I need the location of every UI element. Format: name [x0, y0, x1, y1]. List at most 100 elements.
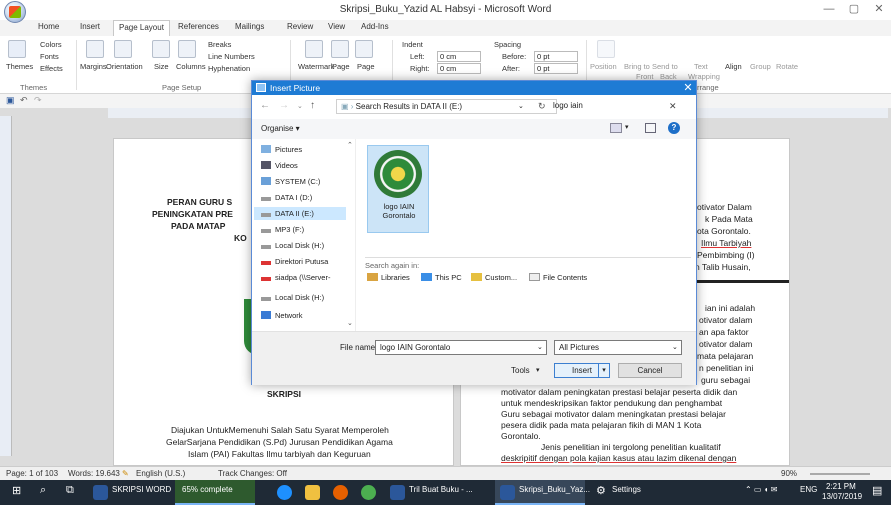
columns-icon[interactable]	[178, 40, 196, 58]
vertical-ruler[interactable]	[0, 116, 12, 456]
close-button[interactable]: ✕	[872, 2, 886, 16]
group-button[interactable]: Group	[750, 62, 771, 71]
position-button[interactable]: Position	[590, 62, 617, 71]
watermark-button[interactable]: Watermark	[298, 62, 334, 71]
restore-button[interactable]: ▢	[847, 2, 861, 16]
task-view-icon[interactable]: ⧉	[66, 484, 74, 497]
tree-scrollbar[interactable]: ⌃ ⌄	[345, 139, 356, 331]
effects-button[interactable]: Effects	[40, 64, 63, 73]
watermark-icon[interactable]	[305, 40, 323, 58]
tools-dropdown-icon[interactable]: ▾	[536, 366, 540, 374]
cancel-button[interactable]: Cancel	[618, 363, 682, 378]
recent-dropdown-icon[interactable]: ⌄	[297, 102, 303, 110]
firefox-icon[interactable]	[333, 485, 348, 500]
size-icon[interactable]	[152, 40, 170, 58]
tree-item-mp3[interactable]: MP3 (F:)	[261, 225, 304, 234]
insert-dropdown-icon[interactable]: ▾	[598, 364, 609, 377]
forward-icon[interactable]: →	[279, 100, 289, 111]
tab-mailings[interactable]: Mailings	[235, 22, 264, 31]
store-icon[interactable]	[305, 485, 320, 500]
search-again-this-pc[interactable]: This PC	[421, 273, 462, 282]
taskbar-item-skripsi-word[interactable]: SKRIPSI WORD	[112, 485, 171, 494]
fonts-button[interactable]: Fonts	[40, 52, 59, 61]
orientation-icon[interactable]	[114, 40, 132, 58]
help-icon[interactable]: ?	[668, 122, 680, 134]
search-again-custom[interactable]: Custom...	[471, 273, 517, 282]
file-type-select[interactable]: All Pictures	[554, 340, 682, 355]
address-dropdown-icon[interactable]: ⌄	[518, 102, 524, 110]
zoom-slider[interactable]	[810, 473, 870, 475]
track-changes[interactable]: Track Changes: Off	[218, 469, 287, 478]
preview-pane-icon[interactable]	[645, 123, 656, 133]
taskbar-item-tril[interactable]: Tril Buat Buku - ...	[409, 485, 473, 494]
search-input[interactable]: logo iain	[549, 99, 660, 114]
organise-button[interactable]: Organise ▾	[261, 124, 300, 133]
proofing-icon[interactable]: ✎	[122, 469, 129, 478]
search-icon[interactable]: ⌕	[40, 484, 46, 497]
back-icon[interactable]: ←	[260, 100, 270, 111]
spacing-after-field[interactable]: 0 pt	[534, 63, 578, 74]
input-language[interactable]: ENG	[800, 485, 817, 494]
redo-icon[interactable]: ↷	[34, 95, 42, 106]
colors-button[interactable]: Colors	[40, 40, 62, 49]
view-options-icon[interactable]	[610, 123, 622, 133]
page-borders-button[interactable]: Page	[357, 62, 375, 71]
chrome-icon[interactable]	[361, 485, 376, 500]
taskbar-item-settings[interactable]: Settings	[612, 485, 641, 494]
edge-icon[interactable]	[277, 485, 292, 500]
clock-time[interactable]: 2:21 PM	[826, 482, 856, 491]
up-icon[interactable]: ↑	[310, 100, 315, 111]
page-count[interactable]: Page: 1 of 103	[6, 469, 58, 478]
tree-item-local-disk-h-2[interactable]: Local Disk (H:)	[261, 293, 324, 302]
file-item-logo-iain[interactable]: logo IAIN Gorontalo	[367, 145, 429, 233]
tab-home[interactable]: Home	[38, 22, 59, 31]
insert-button[interactable]: Insert ▾	[554, 363, 610, 378]
hyphenation-button[interactable]: Hyphenation	[208, 64, 250, 73]
clear-search-icon[interactable]: ✕	[669, 101, 677, 112]
tree-item-direktori[interactable]: Direktori Putusa	[261, 257, 328, 266]
save-icon[interactable]: ▣	[6, 95, 15, 106]
tools-button[interactable]: Tools	[511, 366, 530, 375]
dialog-close-button[interactable]: ✕	[680, 81, 696, 95]
text-wrapping-button[interactable]: Text	[694, 62, 708, 71]
word-count[interactable]: Words: 19.643	[68, 469, 120, 478]
file-name-input[interactable]: logo IAIN Gorontalo	[375, 340, 547, 355]
start-icon[interactable]: ⊞	[12, 484, 21, 497]
margins-icon[interactable]	[86, 40, 104, 58]
tab-page-layout[interactable]: Page Layout	[113, 20, 170, 36]
tree-item-network[interactable]: Network	[261, 311, 303, 320]
bring-to-front-button[interactable]: Bring to	[624, 62, 650, 71]
margins-button[interactable]: Margins	[80, 62, 107, 71]
minimize-button[interactable]: —	[822, 2, 836, 16]
position-icon[interactable]	[597, 40, 615, 58]
view-dropdown-icon[interactable]: ▾	[625, 123, 629, 131]
orientation-button[interactable]: Orientation	[106, 62, 143, 71]
clock-date[interactable]: 13/07/2019	[822, 492, 862, 501]
columns-button[interactable]: Columns	[176, 62, 206, 71]
themes-icon[interactable]	[8, 40, 26, 58]
address-bar[interactable]: ▣ › Search Results in DATA II (E:) ⌄ ↻	[336, 99, 557, 114]
notification-icon[interactable]: ▤	[872, 484, 882, 497]
indent-left-field[interactable]: 0 cm	[437, 51, 481, 62]
tree-item-data-i[interactable]: DATA I (D:)	[261, 193, 312, 202]
tab-add-ins[interactable]: Add-Ins	[361, 22, 389, 31]
tree-item-system-c[interactable]: SYSTEM (C:)	[261, 177, 320, 186]
search-again-file-contents[interactable]: File Contents	[529, 273, 587, 282]
line-numbers-button[interactable]: Line Numbers	[208, 52, 255, 61]
tray-icons[interactable]: ⌃ ▭ ◖ ✉	[745, 485, 777, 494]
breaks-button[interactable]: Breaks	[208, 40, 231, 49]
language[interactable]: English (U.S.)	[136, 469, 185, 478]
search-again-libraries[interactable]: Libraries	[367, 273, 410, 282]
size-button[interactable]: Size	[154, 62, 169, 71]
tab-review[interactable]: Review	[287, 22, 313, 31]
refresh-icon[interactable]: ↻	[538, 101, 546, 112]
undo-icon[interactable]: ↶	[20, 95, 28, 106]
rotate-button[interactable]: Rotate	[776, 62, 798, 71]
tab-insert[interactable]: Insert	[80, 22, 100, 31]
tree-item-siadpa[interactable]: siadpa (\\Server-	[261, 273, 330, 282]
tab-references[interactable]: References	[178, 22, 219, 31]
themes-button[interactable]: Themes	[6, 62, 33, 71]
file-name-dropdown-icon[interactable]: ⌄	[537, 343, 543, 351]
page-color-button[interactable]: Page	[332, 62, 350, 71]
scroll-down-icon[interactable]: ⌄	[347, 319, 353, 327]
